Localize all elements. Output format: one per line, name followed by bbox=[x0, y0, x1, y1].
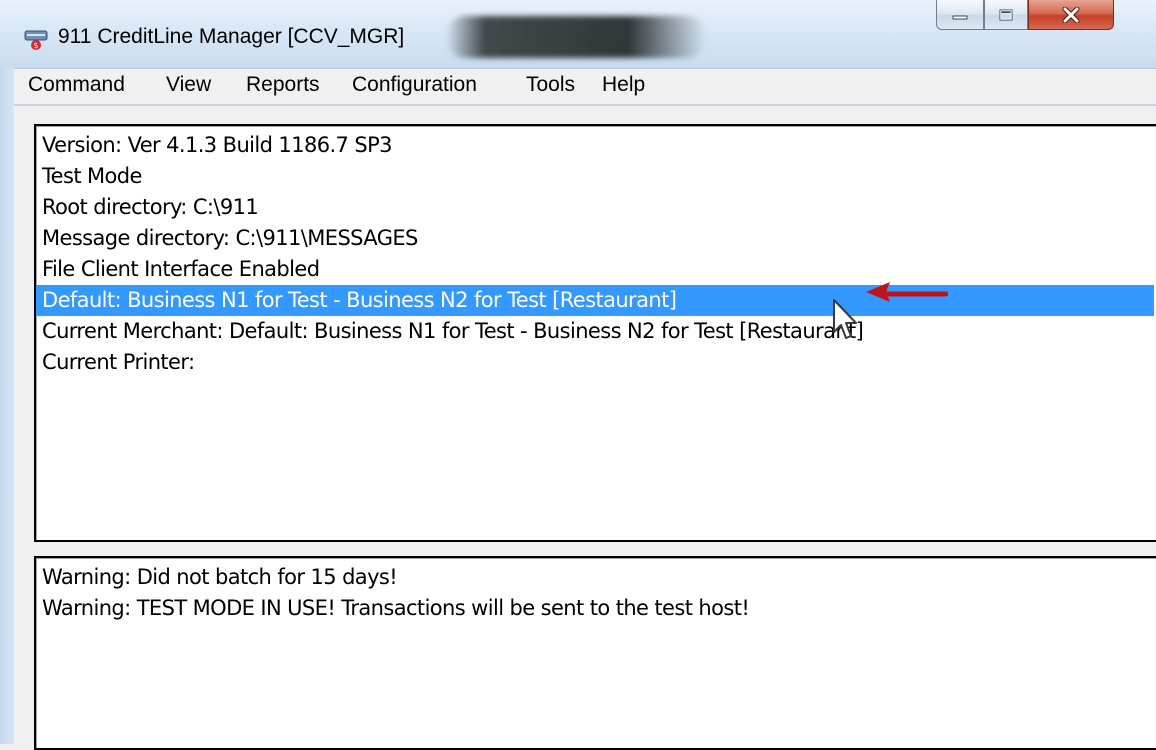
info-file-client-interface[interactable]: File Client Interface Enabled bbox=[42, 254, 320, 285]
mouse-cursor-icon bbox=[833, 299, 857, 339]
close-button[interactable] bbox=[1028, 0, 1114, 30]
menu-tools[interactable]: Tools bbox=[522, 73, 579, 97]
info-root-directory[interactable]: Root directory: C:\911 bbox=[42, 192, 259, 223]
red-arrow-annotation bbox=[866, 282, 948, 302]
menu-view[interactable]: View bbox=[162, 73, 215, 97]
maximize-icon bbox=[999, 9, 1013, 20]
window-title: 911 CreditLine Manager [CCV_MGR] bbox=[58, 25, 405, 48]
redacted-title-region bbox=[446, 16, 706, 58]
messages-list[interactable]: Warning: Did not batch for 15 days! Warn… bbox=[34, 556, 1156, 750]
svg-text:$: $ bbox=[33, 41, 38, 50]
info-message-directory[interactable]: Message directory: C:\911\MESSAGES bbox=[42, 223, 418, 254]
maximize-button[interactable] bbox=[984, 0, 1028, 30]
menu-reports[interactable]: Reports bbox=[242, 73, 324, 97]
minimize-icon bbox=[952, 15, 968, 19]
menu-help[interactable]: Help bbox=[598, 73, 649, 97]
title-bar[interactable]: $ 911 CreditLine Manager [CCV_MGR] bbox=[0, 0, 1156, 68]
menu-command[interactable]: Command bbox=[24, 73, 129, 97]
window-left-border bbox=[0, 68, 14, 744]
info-current-merchant[interactable]: Current Merchant: Default: Business N1 f… bbox=[42, 316, 864, 347]
credit-card-app-icon: $ bbox=[24, 30, 48, 50]
info-test-mode[interactable]: Test Mode bbox=[42, 161, 142, 192]
info-current-printer[interactable]: Current Printer: bbox=[42, 347, 195, 378]
warning-batch: Warning: Did not batch for 15 days! bbox=[42, 565, 398, 589]
info-default-merchant-selected[interactable]: Default: Business N1 for Test - Business… bbox=[36, 285, 1154, 316]
menu-separator bbox=[14, 104, 1156, 106]
menu-bar: Command View Reports Configuration Tools… bbox=[14, 68, 1156, 105]
close-icon bbox=[1062, 6, 1080, 23]
minimize-button[interactable] bbox=[936, 0, 984, 30]
info-version[interactable]: Version: Ver 4.1.3 Build 1186.7 SP3 bbox=[42, 130, 393, 161]
warning-test-mode: Warning: TEST MODE IN USE! Transactions … bbox=[42, 596, 750, 620]
menu-configuration[interactable]: Configuration bbox=[348, 73, 481, 97]
info-list[interactable]: Version: Ver 4.1.3 Build 1186.7 SP3 Test… bbox=[34, 124, 1156, 542]
